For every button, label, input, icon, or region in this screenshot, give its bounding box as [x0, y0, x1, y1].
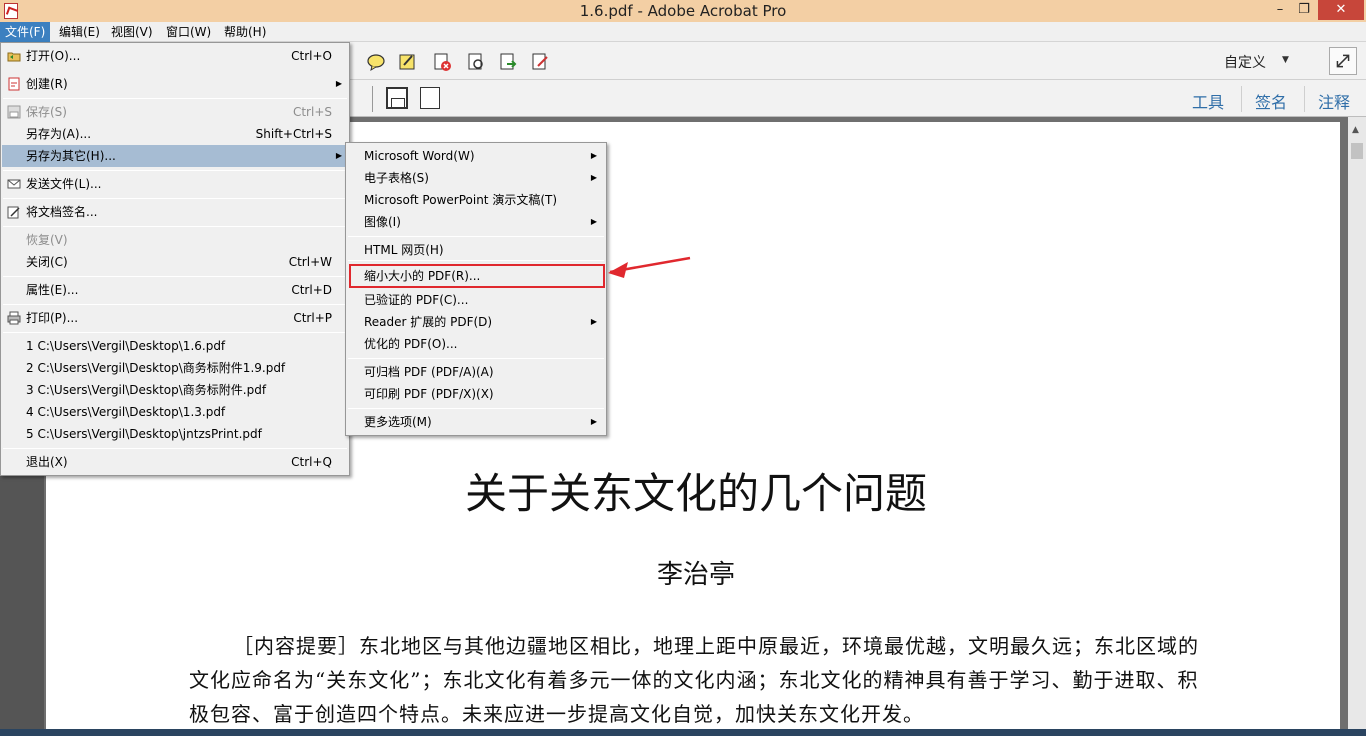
submenu-printable-pdf[interactable]: 可印刷 PDF (PDF/X)(X)	[347, 383, 605, 405]
taskbar	[0, 729, 1366, 736]
title-bar: 1.6.pdf - Adobe Acrobat Pro – ❐ ✕	[0, 0, 1366, 22]
document-author: 李治亭	[656, 560, 735, 590]
scroll-thumb[interactable]	[1351, 143, 1363, 159]
submenu-reduced-size-pdf[interactable]: 缩小大小的 PDF(R)...	[349, 264, 605, 288]
recent-file-item[interactable]: 2 C:\Users\Vergil\Desktop\商务标附件1.9.pdf	[2, 357, 348, 379]
envelope-icon	[7, 179, 21, 189]
maximize-button[interactable]: ❐	[1292, 0, 1316, 20]
menu-help[interactable]: 帮助(H)	[219, 22, 271, 42]
recent-file-item[interactable]: 1 C:\Users\Vergil\Desktop\1.6.pdf	[2, 335, 348, 357]
export-page-icon[interactable]	[498, 52, 518, 72]
search-page-icon[interactable]	[466, 52, 486, 72]
sign-pen-icon	[7, 206, 20, 219]
tab-divider	[1304, 86, 1305, 112]
menu-view[interactable]: 视图(V)	[106, 22, 158, 42]
menu-properties[interactable]: 属性(E)... Ctrl+D	[2, 279, 348, 301]
customize-dropdown[interactable]: 自定义	[1224, 52, 1266, 72]
tab-divider	[1241, 86, 1242, 112]
menu-revert[interactable]: 恢复(V)	[2, 229, 348, 251]
chevron-down-icon[interactable]: ▼	[1282, 55, 1289, 65]
submenu-powerpoint[interactable]: Microsoft PowerPoint 演示文稿(T)	[347, 189, 605, 211]
tab-comment[interactable]: 注释	[1318, 89, 1350, 113]
highlight-icon[interactable]	[398, 52, 418, 72]
submenu-word[interactable]: Microsoft Word(W) ▶	[347, 145, 605, 167]
menu-bar: 文件(F) 编辑(E) 视图(V) 窗口(W) 帮助(H)	[0, 22, 1366, 42]
vertical-scrollbar[interactable]: ▲	[1348, 117, 1366, 729]
save-as-other-submenu: Microsoft Word(W) ▶ 电子表格(S) ▶ Microsoft Po…	[345, 142, 607, 436]
abstract-text: ［内容提要］东北地区与其他边疆地区相比，地理上距中原最近，环境最优越，文明最久远…	[189, 634, 1199, 726]
file-menu: 打开(O)... Ctrl+O 创建(R) ▶ 保存(S) Ctrl+S 另存为(A)…	[0, 42, 350, 476]
comment-icon[interactable]	[366, 52, 386, 72]
submenu-optimized-pdf[interactable]: 优化的 PDF(O)...	[347, 333, 605, 355]
menu-save-as-other[interactable]: 另存为其它(H)... ▶	[2, 145, 348, 167]
close-button[interactable]: ✕	[1318, 0, 1364, 20]
menu-exit[interactable]: 退出(X) Ctrl+Q	[2, 451, 348, 473]
submenu-spreadsheet[interactable]: 电子表格(S) ▶	[347, 167, 605, 189]
menu-sign-document[interactable]: 将文档签名...	[2, 201, 348, 223]
menu-send-file[interactable]: 发送文件(L)...	[2, 173, 348, 195]
delete-page-icon[interactable]	[432, 52, 452, 72]
printer-icon	[7, 311, 21, 325]
submenu-reader-extended-pdf[interactable]: Reader 扩展的 PDF(D) ▶	[347, 311, 605, 333]
submenu-more-options[interactable]: 更多选项(M) ▶	[347, 411, 605, 433]
menu-edit[interactable]: 编辑(E)	[54, 22, 105, 42]
menu-save[interactable]: 保存(S) Ctrl+S	[2, 101, 348, 123]
open-folder-icon	[7, 52, 21, 62]
tab-tools[interactable]: 工具	[1192, 89, 1224, 113]
save-icon[interactable]	[386, 87, 408, 109]
submenu-certified-pdf[interactable]: 已验证的 PDF(C)...	[347, 289, 605, 311]
menu-open[interactable]: 打开(O)... Ctrl+O	[2, 45, 348, 67]
document-abstract: ［内容提要］东北地区与其他边疆地区相比，地理上距中原最近，环境最优越，文明最久远…	[189, 629, 1209, 731]
menu-save-as[interactable]: 另存为(A)... Shift+Ctrl+S	[2, 123, 348, 145]
red-arrow-icon	[608, 256, 691, 278]
recent-file-item[interactable]: 5 C:\Users\Vergil\Desktop\jntzsPrint.pdf	[2, 423, 348, 445]
create-pdf-icon	[8, 77, 20, 91]
submenu-html[interactable]: HTML 网页(H)	[347, 239, 605, 261]
menu-close[interactable]: 关闭(C) Ctrl+W	[2, 251, 348, 273]
save-disk-icon	[7, 105, 21, 119]
menu-window[interactable]: 窗口(W)	[161, 22, 216, 42]
tab-sign[interactable]: 签名	[1255, 89, 1287, 113]
recent-file-item[interactable]: 4 C:\Users\Vergil\Desktop\1.3.pdf	[2, 401, 348, 423]
submenu-image[interactable]: 图像(I) ▶	[347, 211, 605, 233]
menu-create[interactable]: 创建(R) ▶	[2, 73, 348, 95]
fullscreen-expand-icon[interactable]	[1329, 47, 1357, 75]
sign-page-icon[interactable]	[530, 52, 550, 72]
menu-print[interactable]: 打印(P)... Ctrl+P	[2, 307, 348, 329]
toolbar-divider	[372, 86, 373, 112]
menu-file[interactable]: 文件(F)	[0, 22, 51, 42]
window-title: 1.6.pdf - Adobe Acrobat Pro	[579, 2, 787, 20]
submenu-archivable-pdf[interactable]: 可归档 PDF (PDF/A)(A)	[347, 361, 605, 383]
scroll-up-arrow[interactable]: ▲	[1352, 125, 1359, 135]
fit-page-icon[interactable]	[420, 87, 440, 109]
minimize-button[interactable]: –	[1268, 0, 1292, 20]
recent-file-item[interactable]: 3 C:\Users\Vergil\Desktop\商务标附件.pdf	[2, 379, 348, 401]
